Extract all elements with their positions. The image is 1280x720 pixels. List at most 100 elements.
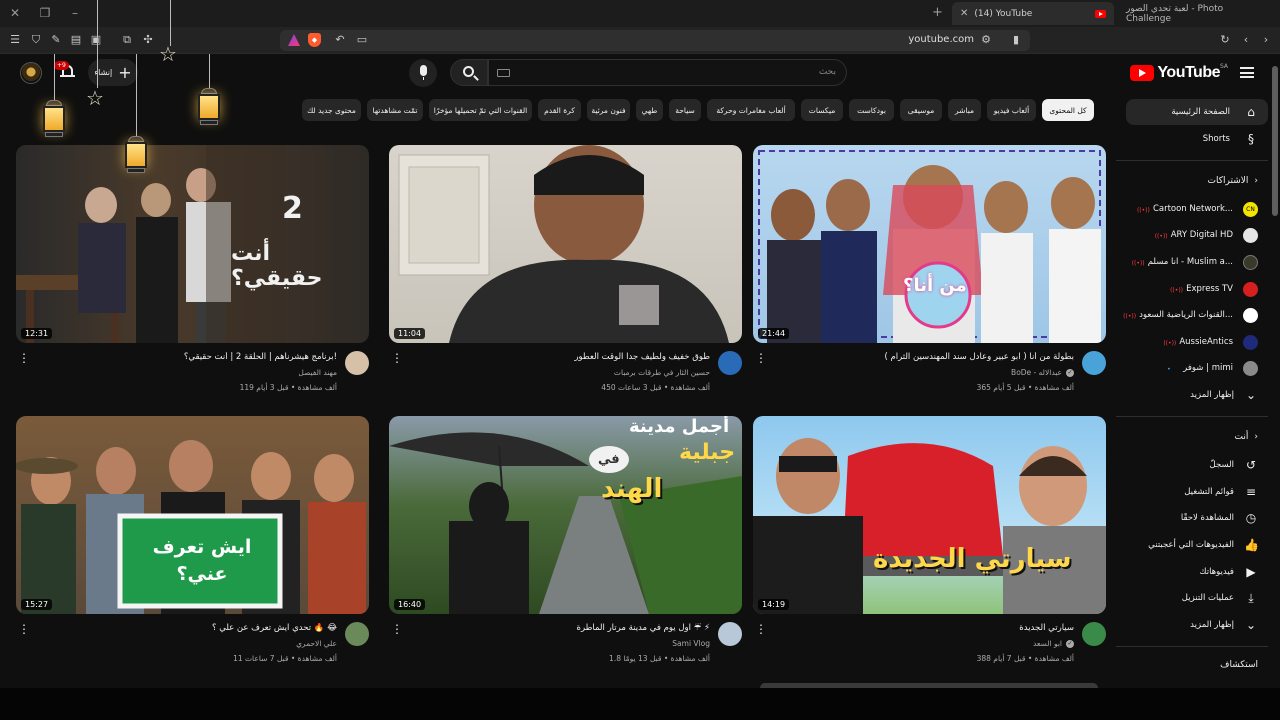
chip-new-to-you[interactable]: محتوى جديد لك [302, 99, 361, 121]
video-title[interactable]: اول يوم في مدينة مرتار الماطرة ☔ ⚡ [410, 623, 711, 633]
chip-football[interactable]: كرة القدم [538, 99, 581, 121]
site-settings-icon[interactable]: ⚙ [978, 32, 994, 48]
forward-icon[interactable]: ‹ [1238, 32, 1254, 48]
channel-avatar[interactable] [1082, 351, 1106, 375]
sidebar-item-home[interactable]: الصفحة الرئيسية ⌂ [1126, 99, 1268, 125]
sidebar-item-your-videos[interactable]: فيديوهاتك ▶ [1116, 559, 1268, 585]
video-thumbnail[interactable]: ايش تعرف عني؟ 15:27 [16, 416, 369, 614]
video-thumbnail[interactable]: أجمل مدينة جبلية في الهند 16:40 [389, 416, 742, 614]
explore-heading: استكشاف [1220, 660, 1258, 670]
subscription-item[interactable]: ((•)) AussieAntics [1116, 329, 1268, 355]
subscription-item[interactable]: • شوفر | mimi [1116, 355, 1268, 381]
video-title[interactable]: بطولة من أنا ( ابو عبير وعادل سند المهند… [774, 352, 1074, 362]
extensions-icon[interactable]: ✣ [140, 32, 156, 48]
address-bar[interactable]: ◆ ↶ ▭ youtube.com ⚙ [280, 30, 1030, 51]
pen-icon[interactable]: ✎ [48, 32, 64, 48]
reader-mode-icon[interactable]: ▭ [354, 32, 370, 48]
subscriptions-heading[interactable]: الاشتراكات › [1208, 176, 1258, 186]
video-thumbnail[interactable]: من أنا؟ 21:44 [753, 145, 1106, 343]
video-channel[interactable]: Sami Vlog [672, 639, 710, 648]
channel-avatar[interactable] [718, 351, 742, 375]
subscription-item[interactable]: ((•)) Express TV [1116, 276, 1268, 302]
video-channel[interactable]: BoDe - عبدالاله ✓ [1011, 368, 1074, 377]
tabs-icon[interactable]: ▤ [68, 32, 84, 48]
more-options-icon[interactable]: ⋮ [18, 351, 30, 365]
sidebar-item-watch-later[interactable]: المشاهدة لاحقًا ◷ [1116, 505, 1268, 531]
more-options-icon[interactable]: ⋮ [18, 622, 30, 636]
you-heading[interactable]: أنت › [1235, 432, 1258, 442]
subscription-item[interactable]: ((•)) القنوات الرياضية السعود... [1116, 302, 1268, 328]
channel-avatar[interactable] [345, 622, 369, 646]
video-title[interactable]: طوق خفيف ولطيف جدا الوقت العطور [410, 352, 710, 362]
sidebar-item-playlists[interactable]: قوائم التشغيل ≡ [1116, 479, 1268, 505]
voice-search-button[interactable] [409, 59, 437, 87]
close-tab-icon[interactable]: ✕ [960, 8, 968, 19]
sidebar-item-shorts[interactable]: Shorts § [1126, 126, 1268, 152]
youtube-logo[interactable]: YouTube [1130, 64, 1220, 82]
back-icon[interactable]: › [1258, 32, 1274, 48]
video-channel[interactable]: علي الاحمري [296, 639, 337, 648]
back-arrow-icon[interactable]: ↶ [332, 32, 348, 48]
thumbnail-overlay-text-4: جبلية [679, 440, 736, 465]
video-title[interactable]: تحدي ايش تعرف عن علي ؟ 🔥 😂 [37, 623, 337, 633]
more-options-icon[interactable]: ⋮ [755, 622, 767, 636]
restore-window-icon[interactable]: ❐ [38, 6, 52, 20]
search-input[interactable]: بحث [488, 59, 847, 86]
video-title[interactable]: سيارتي الجديدة [774, 623, 1074, 633]
subscription-item[interactable]: ((•)) Cartoon Network... CN [1116, 196, 1268, 222]
chip-live[interactable]: مباشر [948, 99, 981, 121]
more-options-icon[interactable]: ⋮ [391, 351, 403, 365]
tab-youtube[interactable]: ✕ (14) YouTube [952, 2, 1114, 25]
close-window-icon[interactable]: ✕ [8, 6, 22, 20]
more-options-icon[interactable]: ⋮ [755, 351, 767, 365]
channel-avatar[interactable] [718, 622, 742, 646]
more-options-icon[interactable]: ⋮ [391, 622, 403, 636]
chip-podcast[interactable]: بودكاست [849, 99, 894, 121]
video-channel[interactable]: ابو السعد ✓ [1033, 639, 1074, 648]
chip-all[interactable]: كل المحتوى [1042, 99, 1094, 121]
create-button[interactable]: إنشاء + [88, 59, 138, 86]
video-thumbnail[interactable]: 2 أنت حقيقي؟ 12:31 [16, 145, 369, 343]
brave-shield-icon[interactable]: ◆ [308, 33, 321, 47]
screenshot-icon[interactable]: ⧉ [119, 32, 135, 48]
video-channel[interactable]: حسين الثار في طرقات برمبات [614, 368, 710, 377]
chip-cooking[interactable]: طهي [636, 99, 663, 121]
subscription-item[interactable]: ((•)) ARY Digital HD [1116, 222, 1268, 248]
video-title[interactable]: برنامج هيشرناهم | الحلقة 2 | أنت حقيقي؟! [37, 352, 337, 362]
brave-rewards-icon[interactable] [288, 34, 300, 46]
sidebar-item-downloads[interactable]: عمليات التنزيل ⤓ [1116, 585, 1268, 611]
chip-video-games[interactable]: ألعاب فيديو [987, 99, 1036, 121]
sidebar-item-history[interactable]: السجلّ ↺ [1116, 452, 1268, 478]
tab-photo-challenge[interactable]: لعبة تحدي الصور - Photo Challenge [1118, 2, 1268, 25]
channel-avatar[interactable] [1082, 622, 1106, 646]
guide-menu-icon[interactable] [1240, 67, 1254, 78]
video-thumbnail[interactable]: 11:04 [389, 145, 742, 343]
shield-outline-icon[interactable]: ⛉ [28, 32, 44, 48]
video-channel[interactable]: مهند الفيصل [298, 368, 337, 377]
chip-tourism[interactable]: سياحة [669, 99, 701, 121]
subscription-item[interactable]: ((•)) انا مسلم - Muslim a... [1116, 249, 1268, 275]
video-thumbnail[interactable]: سيارتي الجديدة 14:19 [753, 416, 1106, 614]
chip-music[interactable]: موسيقى [900, 99, 942, 121]
chip-mixes[interactable]: ميكسات [801, 99, 843, 121]
chip-recently-uploaded[interactable]: القنوات التي تمّ تحميلها مؤخرًا [429, 99, 532, 121]
lantern-icon [40, 100, 68, 140]
page-scrollbar[interactable] [1272, 66, 1278, 216]
live-indicator-icon: ((•)) [1131, 259, 1145, 267]
menu-icon[interactable]: ☰ [7, 32, 23, 48]
minimize-window-icon[interactable]: – [68, 6, 82, 20]
keyboard-icon[interactable] [497, 69, 510, 77]
search-button[interactable] [450, 59, 488, 86]
sidebar-item-liked-videos[interactable]: الفيديوهات التي أعجبتني 👍 [1116, 532, 1268, 558]
sidebar-toggle-icon[interactable]: ▣ [88, 32, 104, 48]
reload-icon[interactable]: ↻ [1217, 32, 1233, 48]
you-show-more[interactable]: إظهار المزيد ⌄ [1116, 612, 1268, 638]
channel-avatar[interactable] [345, 351, 369, 375]
bookmark-icon[interactable]: ▮ [1008, 32, 1024, 48]
account-avatar[interactable] [20, 62, 42, 84]
new-tab-icon[interactable]: + [932, 5, 943, 20]
subscriptions-show-more[interactable]: إظهار المزيد ⌄ [1116, 382, 1268, 408]
chip-adventure-games[interactable]: ألعاب مغامرات وحركة [707, 99, 795, 121]
chip-watched[interactable]: تمّت مشاهدتها [367, 99, 423, 121]
chip-visual-arts[interactable]: فنون مرئية [587, 99, 630, 121]
